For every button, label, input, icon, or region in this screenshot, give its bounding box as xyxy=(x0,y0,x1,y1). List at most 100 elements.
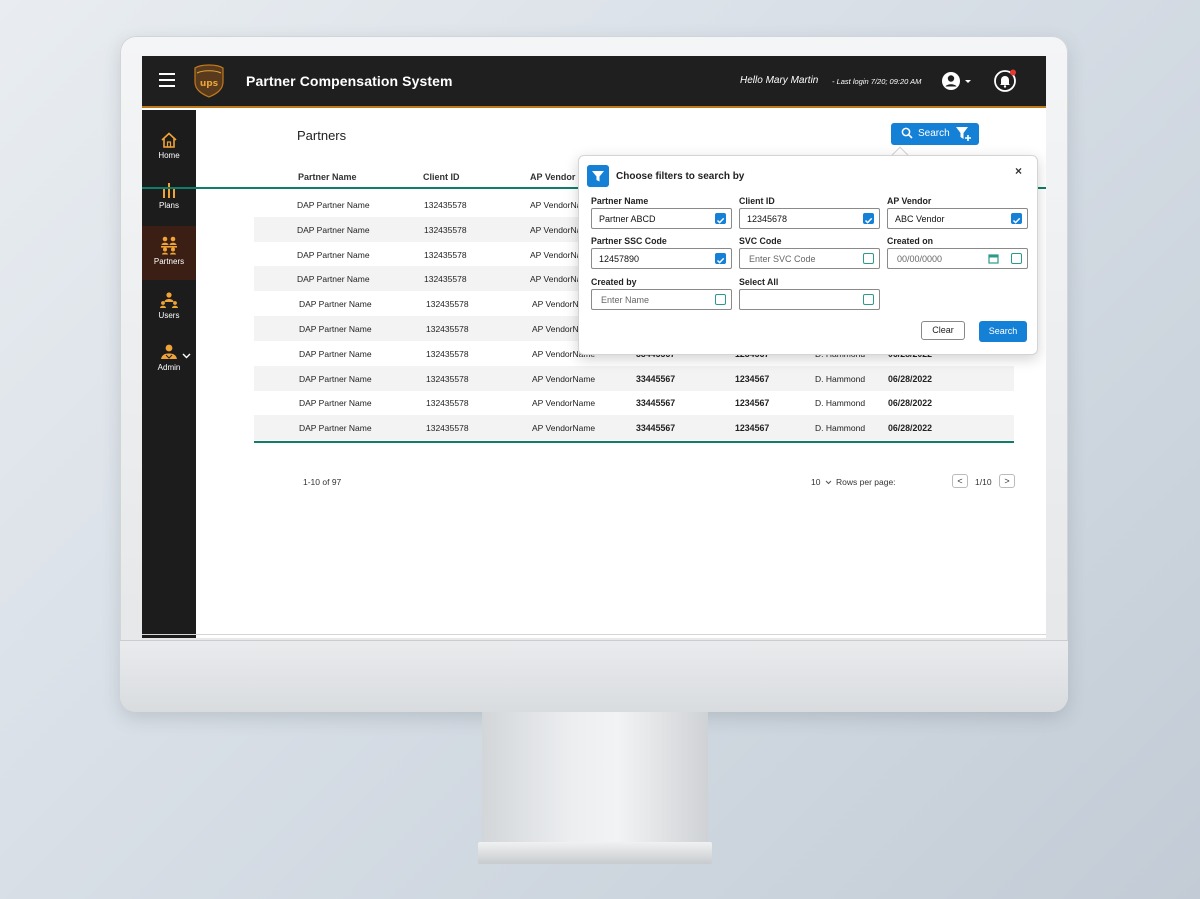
calendar-icon[interactable] xyxy=(988,253,999,264)
filter-input-value: Partner ABCD xyxy=(599,214,656,224)
sidebar-item-plans[interactable]: Plans xyxy=(142,174,196,224)
users-icon xyxy=(160,292,178,308)
filter-label: Client ID xyxy=(739,196,775,206)
rows-per-page-select[interactable]: 10 xyxy=(811,477,832,487)
table-row[interactable]: DAP Partner Name 132435578 AP VendorName 33… xyxy=(254,390,1014,415)
chevron-down-icon xyxy=(825,480,832,485)
table-cell: 132435578 xyxy=(426,373,469,384)
table-cell: 33445567 xyxy=(636,398,676,409)
previous-page-button[interactable]: < xyxy=(952,474,968,488)
filter-input[interactable]: ABC Vendor xyxy=(887,208,1028,229)
checkmark-icon xyxy=(716,217,725,224)
column-header-ap-vendor[interactable]: AP Vendor xyxy=(530,172,575,182)
table-cell: 1234567 xyxy=(735,423,770,434)
filter-label: Created by xyxy=(591,277,637,287)
table-cell: D. Hammond xyxy=(815,423,866,434)
search-button[interactable]: Search xyxy=(891,123,979,145)
table-cell: 132435578 xyxy=(426,299,469,310)
filter-checkbox[interactable] xyxy=(715,294,726,305)
admin-icon xyxy=(161,344,177,359)
filter-input[interactable]: Partner ABCD xyxy=(591,208,732,229)
sidebar: Home Plans Partners Users Admin xyxy=(142,110,196,638)
filter-label: Select All xyxy=(739,277,779,287)
monitor-stand-base xyxy=(478,842,712,864)
filter-input-value: ABC Vendor xyxy=(895,214,945,224)
filter-label: SVC Code xyxy=(739,236,782,246)
sidebar-item-label: Home xyxy=(158,151,180,160)
chevron-down-icon[interactable] xyxy=(182,353,191,359)
user-account-icon[interactable] xyxy=(940,69,974,93)
sidebar-item-users[interactable]: Users xyxy=(142,284,196,334)
filter-popover-title: Choose filters to search by xyxy=(616,171,745,182)
filter-checkbox[interactable] xyxy=(863,294,874,305)
filter-input[interactable]: 00/00/0000 xyxy=(887,248,1028,269)
ups-logo: ups xyxy=(194,64,224,98)
table-cell: DAP Partner Name xyxy=(299,348,372,359)
table-cell: 132435578 xyxy=(426,398,469,409)
sidebar-item-partners[interactable]: Partners xyxy=(142,226,196,280)
home-icon xyxy=(161,132,177,148)
table-cell: DAP Partner Name xyxy=(297,224,370,235)
filter-checkbox[interactable] xyxy=(715,213,726,224)
table-cell: 132435578 xyxy=(426,348,469,359)
filter-checkbox[interactable] xyxy=(715,253,726,264)
table-cell: D. Hammond xyxy=(815,398,866,409)
filter-input[interactable] xyxy=(739,289,880,310)
filter-label: Created on xyxy=(887,236,933,246)
filter-input[interactable]: Enter Name xyxy=(591,289,732,310)
filter-input[interactable]: 12345678 xyxy=(739,208,880,229)
table-row[interactable]: DAP Partner Name 132435578 AP VendorName 33… xyxy=(254,365,1014,391)
notification-bell-icon[interactable] xyxy=(993,69,1017,93)
table-cell: 132435578 xyxy=(424,200,467,210)
filter-input-placeholder: Enter Name xyxy=(601,295,650,305)
rows-per-page-value: 10 xyxy=(811,477,821,487)
page-title: Partners xyxy=(297,128,347,143)
table-cell: DAP Partner Name xyxy=(297,274,370,285)
table-cell: 132435578 xyxy=(426,324,469,334)
table-cell: 132435578 xyxy=(424,249,467,260)
screen: ups Partner Compensation System Hello Ma… xyxy=(142,56,1046,638)
table-cell: AP VendorName xyxy=(532,398,596,409)
sidebar-item-label: Plans xyxy=(158,201,179,210)
bar-chart-icon xyxy=(163,183,175,198)
monitor-stand xyxy=(482,712,708,844)
search-button-label: Search xyxy=(918,128,950,139)
filter-checkbox[interactable] xyxy=(863,253,874,264)
filter-input-value: 12345678 xyxy=(747,214,788,224)
table-cell: 06/28/2022 xyxy=(888,423,933,434)
apply-search-button[interactable]: Search xyxy=(979,321,1027,342)
table-cell: D. Hammond xyxy=(815,373,866,384)
pagination-range: 1-10 of 97 xyxy=(303,477,342,487)
table-cell: 132435578 xyxy=(424,224,467,235)
filter-label: Partner Name xyxy=(591,196,649,206)
next-page-button[interactable]: > xyxy=(999,474,1015,488)
table-cell: AP VendorName xyxy=(532,423,596,434)
column-header-client-id[interactable]: Client ID xyxy=(423,172,460,182)
sidebar-item-label: Users xyxy=(158,311,180,320)
filter-checkbox[interactable] xyxy=(1011,213,1022,224)
filter-checkbox[interactable] xyxy=(863,213,874,224)
close-icon[interactable]: × xyxy=(1015,164,1022,178)
filter-label: AP Vendor xyxy=(887,196,932,206)
search-icon xyxy=(901,127,913,139)
clear-button[interactable]: Clear xyxy=(921,321,965,340)
table-cell: DAP Partner Name xyxy=(299,398,372,409)
hamburger-menu-icon[interactable] xyxy=(159,73,175,87)
filter-input[interactable]: Enter SVC Code xyxy=(739,248,880,269)
sidebar-item-label: Admin xyxy=(157,363,181,372)
table-cell: 132435578 xyxy=(426,423,469,434)
sidebar-item-home[interactable]: Home xyxy=(142,124,196,174)
table-cell: 1234567 xyxy=(735,398,770,409)
checkmark-icon xyxy=(716,257,725,264)
filter-checkbox[interactable] xyxy=(1011,253,1022,264)
table-cell: DAP Partner Name xyxy=(297,249,370,260)
filter-add-icon xyxy=(956,127,971,141)
table-row[interactable]: DAP Partner Name 132435578 AP VendorName 33… xyxy=(254,415,1014,441)
column-header-partner-name[interactable]: Partner Name xyxy=(298,172,357,182)
table-cell: 33445567 xyxy=(636,423,676,434)
checkmark-icon xyxy=(1012,217,1021,224)
filter-input[interactable]: 12457890 xyxy=(591,248,732,269)
table-cell: DAP Partner Name xyxy=(299,299,372,310)
table-cell: DAP Partner Name xyxy=(299,373,372,384)
sidebar-item-admin[interactable]: Admin xyxy=(142,336,196,386)
